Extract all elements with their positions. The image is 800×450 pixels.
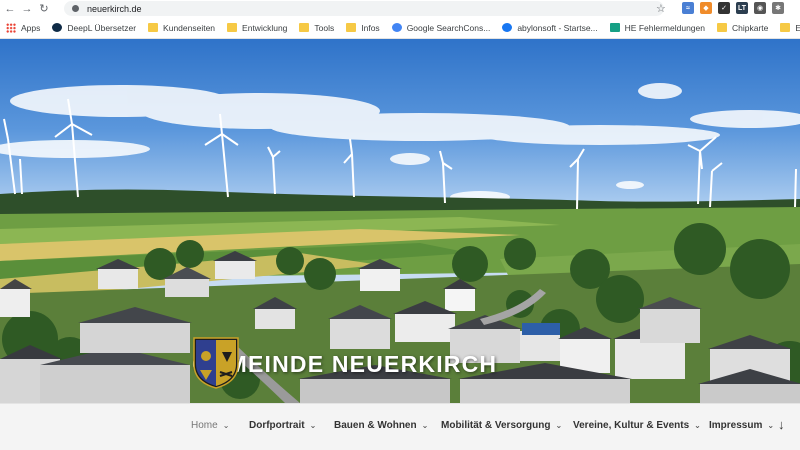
nav-item-label: Home <box>191 420 218 431</box>
bookmark-label: HE Fehlermeldungen <box>624 22 705 33</box>
bookmark-item[interactable]: abylonsoft - Startse... <box>502 22 598 33</box>
folder-icon <box>716 23 727 32</box>
chevron-down-icon: ⌄ <box>421 421 429 430</box>
browser-toolbar: ← → ↻ neuerkirch.de ☆ ≈ ◆ ✓ LT ◉ ✱ <box>0 0 800 17</box>
back-arrow-icon[interactable]: ← <box>3 2 17 16</box>
he-icon <box>609 23 620 32</box>
url-text[interactable]: neuerkirch.de <box>87 4 142 14</box>
nav-item-label: Vereine, Kultur & Events <box>573 420 690 431</box>
chevron-down-icon: ⌄ <box>694 421 701 430</box>
lt-ext-icon[interactable]: LT <box>736 2 748 14</box>
scroll-down-arrow-icon[interactable]: ↓ <box>778 417 785 432</box>
bookmark-label: Eintragen <box>795 23 800 33</box>
bookmark-item[interactable]: DeepL Übersetzer <box>52 23 136 33</box>
nav-item-vereine-kultur-events[interactable]: Vereine, Kultur & Events ⌄ <box>573 420 701 431</box>
hero-banner: GEMEINDE NEUERKIRCH <box>0 39 800 403</box>
nav-item-home[interactable]: Home ⌄ <box>191 420 229 431</box>
bookmark-item[interactable]: Chipkarte <box>716 22 769 33</box>
nav-item-bauen-wohnen[interactable]: Bauen & Wohnen ⌄ <box>334 420 428 431</box>
bookmark-label: Kundenseiten <box>163 22 216 33</box>
deepl-icon <box>52 23 63 32</box>
bookmark-star-icon[interactable]: ☆ <box>656 2 666 15</box>
bookmark-item[interactable]: Google SearchCons... <box>391 22 491 33</box>
folder-icon <box>299 23 310 32</box>
check-ext-icon[interactable]: ✓ <box>718 2 730 14</box>
fb-icon <box>502 23 513 32</box>
bookmark-item[interactable]: Eintragen <box>780 23 800 33</box>
clouds <box>0 83 800 203</box>
bookmark-label: Tools <box>314 22 335 33</box>
coat-of-arms-icon[interactable] <box>192 336 240 390</box>
bookmark-item[interactable]: HE Fehlermeldungen <box>609 22 705 33</box>
extensions-bar: ≈ ◆ ✓ LT ◉ ✱ <box>682 2 784 14</box>
nav-item-label: Bauen & Wohnen <box>334 420 417 431</box>
puzzle-ext-icon[interactable]: ✱ <box>772 2 784 14</box>
bookmark-label: Infos <box>361 22 380 33</box>
forward-arrow-icon[interactable]: → <box>20 2 34 16</box>
camera-ext-icon[interactable]: ◉ <box>754 2 766 14</box>
bookmark-label: Chipkarte <box>731 22 769 33</box>
bookmark-item[interactable]: Infos <box>346 22 380 33</box>
chevron-down-icon: ⌄ <box>309 421 317 430</box>
chevron-down-icon: ⌄ <box>555 421 563 430</box>
address-bar[interactable]: neuerkirch.de <box>64 1 664 16</box>
apps-icon <box>6 22 16 33</box>
folder-icon <box>346 23 357 32</box>
site-branding: GEMEINDE NEUERKIRCH <box>192 336 497 392</box>
nav-item-label: Dorfportrait <box>249 420 305 431</box>
chevron-down-icon: ⌄ <box>222 421 230 430</box>
bookmark-item[interactable]: Tools <box>299 23 334 33</box>
folder-icon <box>780 23 791 32</box>
bookmarks-bar: Apps DeepL Übersetzer Kundenseiten Entwickl… <box>0 17 800 39</box>
folder-icon <box>148 23 159 32</box>
nav-item-label: Impressum <box>709 420 763 431</box>
bookmark-label: abylonsoft - Startse... <box>517 22 598 33</box>
chevron-down-icon: ⌄ <box>767 421 775 430</box>
bookmark-item[interactable]: Kundenseiten <box>148 23 215 33</box>
nav-item-dorfportrait[interactable]: Dorfportrait ⌄ <box>249 420 316 431</box>
bookmark-item[interactable]: Apps <box>6 22 41 33</box>
orange-ext-icon[interactable]: ◆ <box>700 2 712 14</box>
nav-item-label: Mobilität & Versorgung <box>441 420 551 431</box>
main-navigation: ↓ Home ⌄ Dorfportrait ⌄ Bauen & Wohnen ⌄ Mobil… <box>0 403 800 450</box>
nav-item-impressum[interactable]: Impressum ⌄ <box>709 420 774 431</box>
nav-item-mobilität-versorgung[interactable]: Mobilität & Versorgung ⌄ <box>441 420 562 431</box>
google-icon <box>391 23 402 32</box>
bookmark-label: Apps <box>21 22 41 33</box>
bookmark-label: Entwicklung <box>242 22 288 33</box>
lock-icon <box>72 5 79 12</box>
bookmark-label: Google SearchCons... <box>406 22 491 33</box>
reload-icon[interactable]: ↻ <box>37 2 51 16</box>
translate-ext-icon[interactable]: ≈ <box>682 2 694 14</box>
bookmark-item[interactable]: Entwicklung <box>227 23 287 33</box>
folder-icon <box>227 23 238 32</box>
bookmark-label: DeepL Übersetzer <box>67 22 137 33</box>
